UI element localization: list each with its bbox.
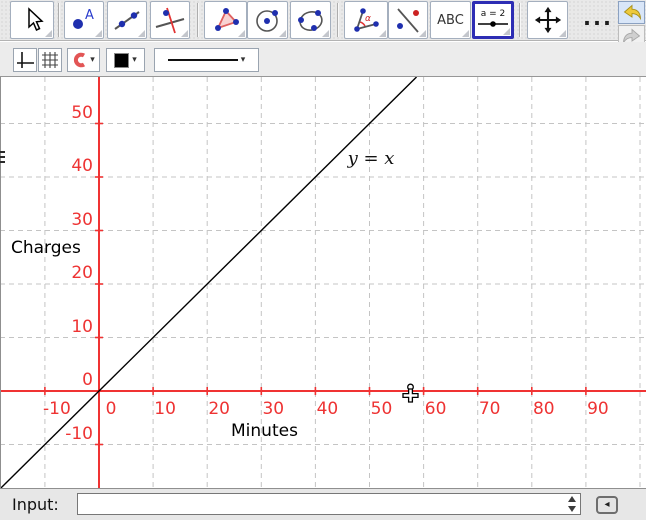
text-tool-button[interactable]: ABC	[430, 1, 471, 39]
chevron-down-icon: ▾	[132, 55, 137, 65]
y-tick-label: 10	[33, 317, 93, 337]
svg-text:A: A	[85, 8, 94, 23]
x-tick-label: 10	[143, 399, 187, 419]
magnet-icon	[72, 52, 87, 68]
input-help-toggle-button[interactable]: ◂	[596, 496, 618, 514]
conic-tool-button[interactable]	[290, 1, 331, 39]
toolbar-overflow-button[interactable]: ...	[583, 6, 615, 34]
polygon-icon	[210, 6, 242, 34]
x-tick-label: 50	[360, 399, 404, 419]
svg-text:a = 2: a = 2	[481, 9, 506, 19]
main-toolbar: A	[0, 0, 646, 41]
move-graphics-view-button[interactable]	[527, 1, 568, 39]
y-tick-label: 40	[33, 156, 93, 176]
x-tick-label: -10	[35, 399, 79, 419]
chevron-down-icon: ▾	[90, 55, 95, 65]
spinner-down-icon	[568, 506, 576, 512]
color-dropdown[interactable]: ▾	[106, 48, 145, 72]
style-bar: ▾ ▾ ▾	[0, 42, 646, 77]
axes-toggle-button[interactable]	[13, 48, 37, 72]
axes-icon	[15, 50, 35, 70]
cursor-arrow-icon	[17, 6, 47, 34]
color-swatch	[114, 53, 129, 68]
chevron-down-icon: ▾	[241, 55, 246, 65]
point-capturing-dropdown[interactable]: ▾	[67, 48, 100, 72]
y-tick-label: 30	[33, 210, 93, 230]
svg-text:α: α	[365, 14, 371, 24]
y-tick-label: 0	[33, 370, 93, 390]
y-tick-label: 20	[33, 263, 93, 283]
grid-icon	[40, 50, 60, 70]
graph-canvas[interactable]	[0, 77, 646, 488]
move-cursor	[398, 383, 424, 409]
x-tick-label: 20	[197, 399, 241, 419]
undo-arrow-icon	[622, 4, 642, 22]
x-tick-label: 0	[89, 399, 133, 419]
polygon-tool-button[interactable]	[204, 1, 247, 39]
perpendicular-line-tool-button[interactable]	[150, 1, 190, 39]
input-field-wrap	[77, 493, 581, 515]
graphics-view[interactable]: -100102030405060708090-1001020304050 Cha…	[0, 77, 646, 488]
input-bar: Input: ◂	[0, 488, 646, 520]
move-tool-button[interactable]	[10, 1, 54, 39]
x-tick-label: 30	[251, 399, 295, 419]
x-axis-title: Minutes	[231, 421, 298, 441]
y-tick-label: 50	[33, 103, 93, 123]
grid-toggle-button[interactable]	[38, 48, 62, 72]
input-history-spinner[interactable]	[567, 496, 576, 512]
spinner-up-icon	[568, 496, 576, 502]
circle-tool-button[interactable]	[247, 1, 288, 39]
x-tick-label: 80	[522, 399, 566, 419]
x-tick-label: 40	[305, 399, 349, 419]
x-tick-label: 70	[468, 399, 512, 419]
reflect-tool-button[interactable]	[388, 1, 428, 39]
input-label: Input:	[12, 495, 59, 514]
view-splitter[interactable]	[0, 77, 1, 488]
move-view-icon	[533, 6, 563, 34]
line-tool-button[interactable]	[107, 1, 147, 39]
angle-icon: α	[350, 6, 382, 34]
text-tool-label: ABC	[437, 13, 464, 28]
splitter-handle[interactable]	[0, 151, 5, 163]
point-tool-button[interactable]: A	[64, 1, 104, 39]
algebra-input[interactable]	[80, 495, 562, 513]
angle-tool-button[interactable]: α	[344, 1, 388, 39]
line-style-icon	[168, 59, 238, 61]
y-axis-title: Charges	[11, 238, 81, 258]
slider-tool-button[interactable]: a = 2	[472, 1, 514, 39]
x-tick-label: 90	[576, 399, 620, 419]
y-tick-label: -10	[33, 424, 93, 444]
line-style-dropdown[interactable]: ▾	[154, 48, 259, 72]
line-equation-label[interactable]: y = x	[326, 148, 416, 169]
undo-button[interactable]	[618, 1, 645, 24]
